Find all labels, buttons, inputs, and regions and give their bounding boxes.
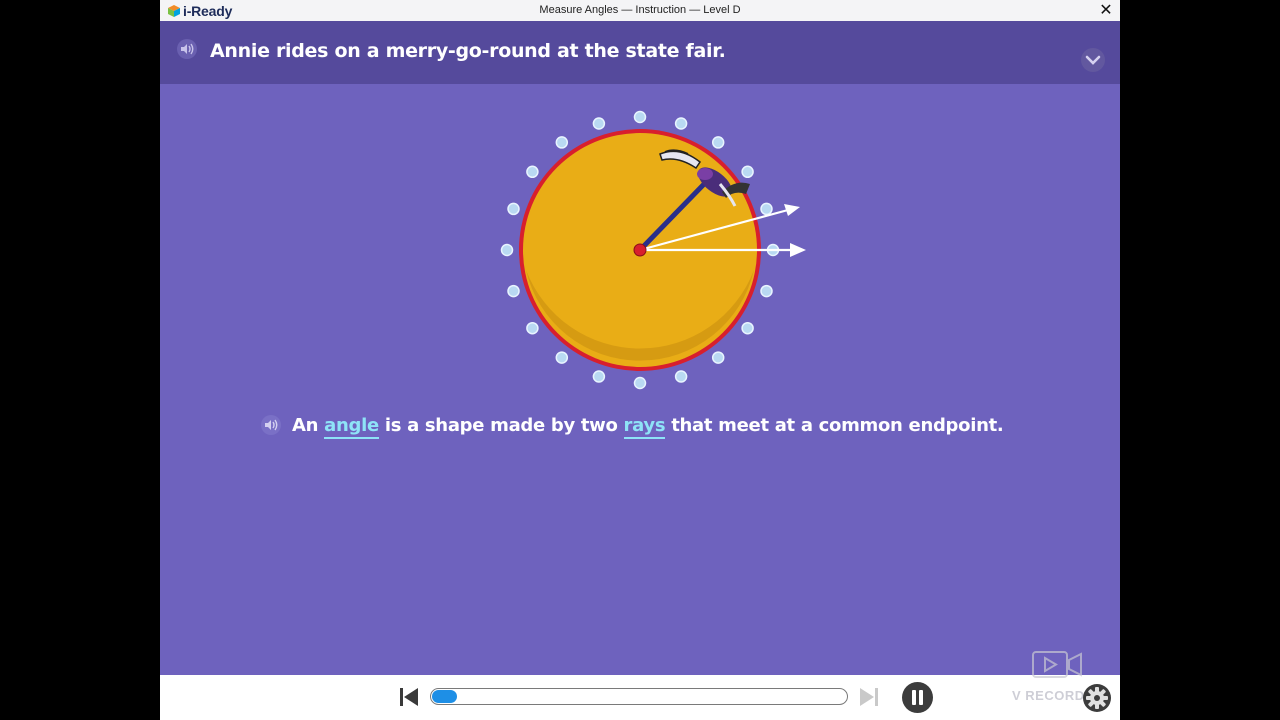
recorder-watermark: V RECORDER (1012, 650, 1120, 716)
skip-back-icon[interactable] (398, 686, 420, 708)
definition-caption: An angle is a shape made by two rays tha… (260, 410, 1040, 440)
rim-light (526, 321, 539, 335)
lesson-window: i-Ready Measure Angles — Instruction — L… (160, 0, 1120, 720)
title-bar: i-Ready Measure Angles — Instruction — L… (160, 0, 1120, 22)
rim-light (633, 110, 647, 124)
rim-light (760, 284, 773, 298)
rim-light (633, 376, 647, 390)
gear-icon[interactable] (1082, 683, 1112, 713)
speaker-icon[interactable] (260, 415, 282, 435)
window-title: Measure Angles — Instruction — Level D (539, 4, 741, 16)
rim-light (555, 136, 569, 149)
rim-light (711, 351, 725, 364)
player-controls (160, 675, 1120, 720)
chevron-down-icon[interactable] (1080, 47, 1106, 73)
rim-light (507, 284, 520, 298)
skip-forward-icon[interactable] (858, 686, 880, 708)
close-button[interactable]: ✕ (1098, 1, 1114, 19)
prompt-banner: Annie rides on a merry-go-round at the s… (160, 21, 1120, 84)
rim-light (507, 202, 520, 216)
rim-light (711, 136, 725, 149)
rim-light (592, 117, 606, 130)
rim-light (674, 370, 688, 383)
ray-arrowhead (790, 243, 806, 257)
pause-button[interactable] (902, 682, 933, 713)
rim-light (741, 165, 754, 179)
vocab-rays-link[interactable]: rays (623, 414, 666, 439)
rim-light (526, 165, 539, 179)
rim-light (741, 321, 754, 335)
vocab-angle-link[interactable]: angle (324, 414, 379, 439)
speaker-icon[interactable] (176, 39, 198, 59)
progress-fill (432, 690, 457, 703)
vertex-point (633, 243, 647, 257)
definition-text: An angle is a shape made by two rays tha… (292, 414, 1004, 439)
progress-bar[interactable] (430, 688, 848, 705)
rim-light (592, 370, 606, 383)
rim-light (555, 351, 569, 364)
video-camera-icon (1032, 651, 1082, 678)
rim-light (674, 117, 688, 130)
merry-go-round-scene (500, 110, 806, 390)
rim-light (500, 243, 514, 257)
prompt-text: Annie rides on a merry-go-round at the s… (210, 40, 726, 62)
rim-light (760, 202, 773, 216)
ray-arrowhead (784, 204, 800, 216)
